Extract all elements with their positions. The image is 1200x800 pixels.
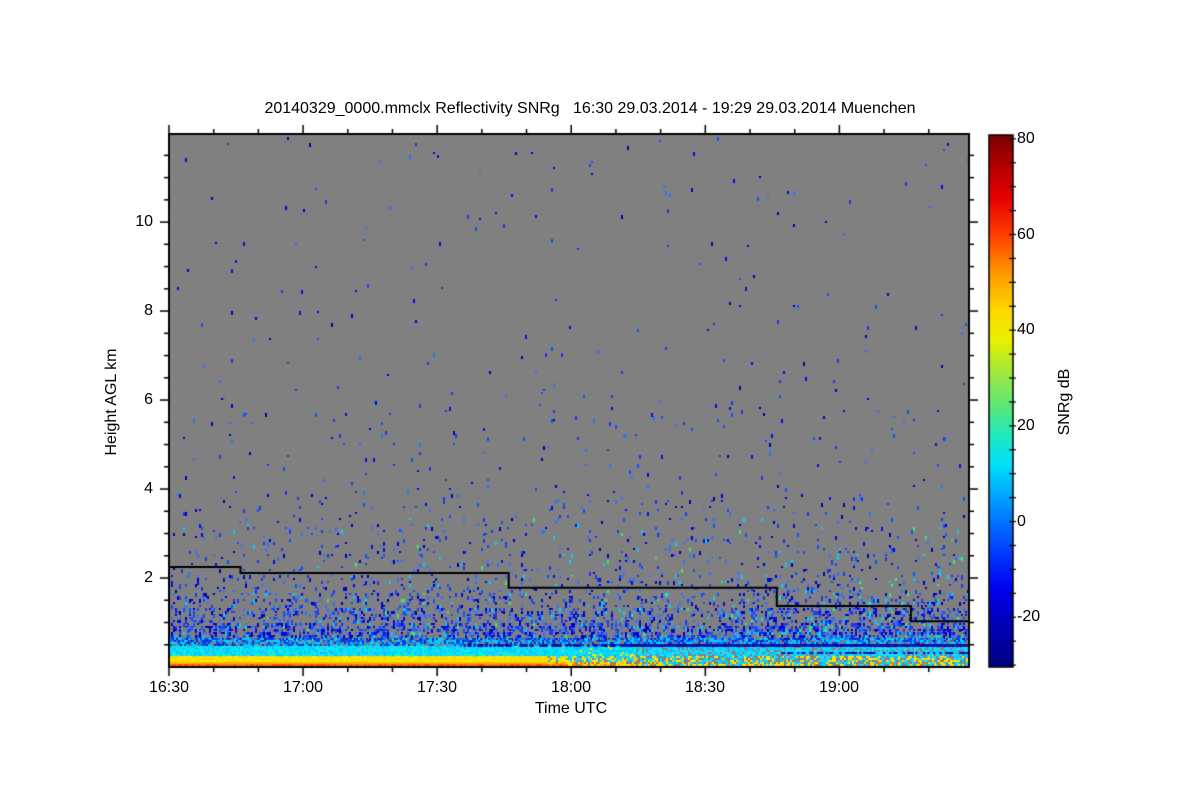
radar-reflectivity-figure: 20140329_0000.mmclx Reflectivity SNRg 16… <box>0 0 1200 800</box>
colorbar-tick-label: -20 <box>1017 608 1041 625</box>
colorbar-label: SNRg dB <box>1056 368 1073 436</box>
x-tick-label: 19:00 <box>818 679 860 696</box>
colorbar-tick-label: 0 <box>1017 513 1026 530</box>
colorbar-tick-label: 40 <box>1017 321 1035 338</box>
x-tick-label: 18:00 <box>550 679 592 696</box>
colorbar-tick-label: 20 <box>1017 417 1035 434</box>
x-tick-label: 17:30 <box>416 679 458 696</box>
colorbar-tick-label: 80 <box>1017 130 1035 147</box>
x-axis-label: Time UTC <box>534 700 608 717</box>
colorbar-tick-label: 60 <box>1017 226 1035 243</box>
y-tick-label: 6 <box>144 391 153 408</box>
y-tick-label: 2 <box>144 569 153 586</box>
y-tick-label: 10 <box>135 213 153 230</box>
x-tick-label: 16:30 <box>148 679 190 696</box>
x-tick-label: 17:00 <box>282 679 324 696</box>
plot-title: 20140329_0000.mmclx Reflectivity SNRg 16… <box>264 100 916 117</box>
y-tick-label: 4 <box>144 480 153 497</box>
y-tick-label: 8 <box>144 302 153 319</box>
x-tick-label: 18:30 <box>684 679 726 696</box>
